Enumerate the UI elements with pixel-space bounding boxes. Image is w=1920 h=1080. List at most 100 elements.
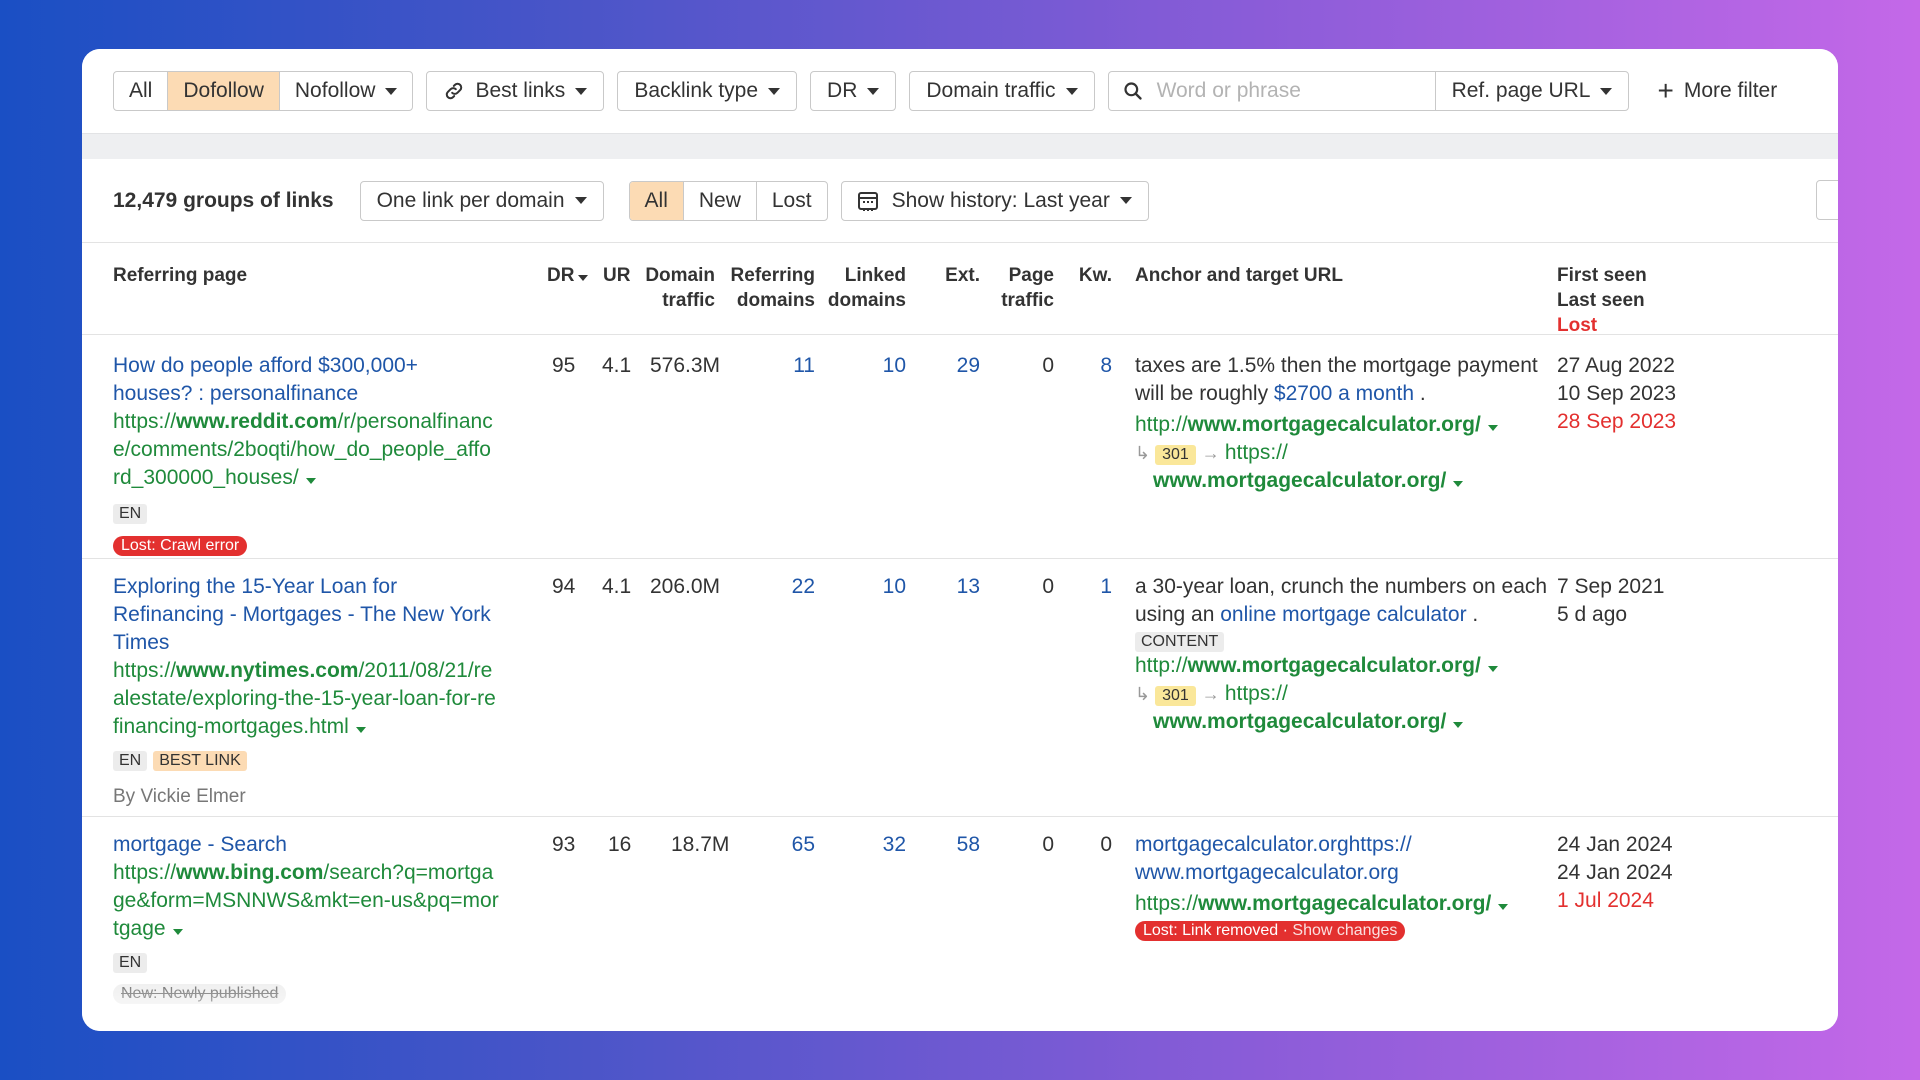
chevron-down-icon: [1065, 87, 1078, 95]
chevron-down-icon[interactable]: [1453, 722, 1464, 728]
col-first-seen: First seen: [1557, 265, 1647, 286]
url-prefix: http://: [1135, 413, 1188, 436]
ref-page-url-dropdown[interactable]: Ref. page URL: [1436, 72, 1629, 110]
backlink-type-label: Backlink type: [634, 79, 759, 102]
domain-traffic-dropdown[interactable]: Domain traffic: [909, 71, 1095, 111]
chevron-down-icon[interactable]: [1498, 904, 1509, 910]
col-kw[interactable]: Kw.: [1062, 263, 1112, 288]
grouping-dropdown[interactable]: One link per domain: [359, 180, 604, 221]
anchor-link[interactable]: $2700 a month: [1274, 382, 1414, 405]
chevron-down-icon[interactable]: [355, 727, 366, 733]
lost-date: 28 Sep 2023: [1557, 410, 1677, 433]
redirect-url-link[interactable]: www.mortgagecalculator.org/: [1135, 708, 1555, 736]
redirect-url-link[interactable]: https://: [1225, 441, 1288, 464]
filter-dofollow[interactable]: Dofollow: [168, 72, 280, 110]
page-url-link[interactable]: https://www.reddit.com/r/personalfinanc …: [113, 408, 533, 492]
col-ur[interactable]: UR: [603, 263, 630, 288]
title-line: houses? : personalfinance: [113, 382, 359, 405]
chevron-down-icon: [867, 87, 880, 95]
redirect-url-link[interactable]: www.mortgagecalculator.org/: [1135, 467, 1545, 495]
anchor-text: taxes are 1.5% then the mortgage payment: [1135, 354, 1538, 377]
page-title-link[interactable]: mortgage - Search: [113, 831, 533, 859]
sort-desc-icon: [578, 275, 589, 281]
settings-button[interactable]: [1816, 180, 1838, 220]
col-anchor[interactable]: Anchor and target URL: [1135, 263, 1343, 288]
anchor-cell: taxes are 1.5% then the mortgage payment…: [1135, 352, 1545, 495]
tab-lost[interactable]: Lost: [757, 182, 827, 220]
ext-links-link[interactable]: 13: [922, 573, 980, 601]
page-title-link[interactable]: How do people afford $300,000+ houses? : …: [113, 352, 533, 408]
col-referring-page[interactable]: Referring page: [113, 263, 247, 288]
page-title-link[interactable]: Exploring the 15-Year Loan for Refinancin…: [113, 573, 533, 657]
tab-all[interactable]: All: [629, 181, 684, 220]
col-last-seen: Last seen: [1557, 290, 1645, 311]
history-dropdown[interactable]: Show history: Last year: [840, 180, 1149, 221]
anchor-link[interactable]: mortgagecalculator.orghttps:// www.mortga…: [1135, 831, 1545, 887]
url-path: alestate/exploring-the-15-year-loan-for-…: [113, 687, 496, 710]
chevron-down-icon: [574, 197, 587, 204]
target-url-link[interactable]: http://www.mortgagecalculator.org/: [1135, 652, 1555, 680]
anchor-text: .: [1414, 382, 1426, 405]
lost-link-badge: Lost: Link removed · Show changes: [1135, 921, 1406, 941]
col-domain-traffic-l1: Domain: [645, 265, 715, 286]
dr-dropdown[interactable]: DR: [810, 71, 897, 111]
ref-domains-link[interactable]: 65: [722, 831, 815, 859]
page-url-link[interactable]: https://www.bing.com/search?q=mortga ge&…: [113, 859, 533, 943]
chevron-down-icon[interactable]: [1453, 481, 1464, 487]
anchor-link[interactable]: online mortgage calculator: [1220, 603, 1466, 626]
first-seen-date: 7 Sep 2021: [1557, 575, 1665, 598]
dr-label: DR: [827, 79, 858, 102]
chevron-down-icon[interactable]: [172, 929, 183, 935]
linked-domains-link[interactable]: 10: [822, 352, 906, 380]
ext-links-link[interactable]: 58: [922, 831, 980, 859]
chevron-down-icon[interactable]: [1487, 666, 1498, 672]
col-dr-label: DR: [547, 265, 575, 286]
keywords-link[interactable]: 8: [1062, 352, 1112, 380]
url-domain: www.bing.com: [176, 861, 324, 884]
anchor-text: a 30-year loan, crunch the numbers on ea…: [1135, 575, 1548, 598]
col-dates[interactable]: First seen Last seen Lost: [1557, 263, 1647, 338]
col-ext[interactable]: Ext.: [922, 263, 980, 288]
arrow-right-icon: →: [1201, 684, 1225, 704]
keywords-value: 0: [1100, 833, 1112, 856]
ur-value: 4.1: [602, 354, 632, 377]
filter-nofollow[interactable]: Nofollow: [280, 72, 413, 110]
ref-domains-link[interactable]: 22: [722, 573, 815, 601]
search-icon: [1123, 82, 1142, 100]
redirect-arrow-icon: ↳: [1135, 684, 1156, 704]
linked-domains-link[interactable]: 32: [822, 831, 906, 859]
ref-domains-link[interactable]: 11: [722, 352, 815, 380]
dates-cell: 24 Jan 2024 24 Jan 2024 1 Jul 2024: [1557, 831, 1673, 915]
linked-domains-link[interactable]: 10: [822, 573, 906, 601]
search-box: Word or phrase Ref. page URL: [1107, 71, 1630, 111]
redirect-url-link[interactable]: https://: [1225, 682, 1288, 705]
arrow-right-icon: →: [1201, 443, 1225, 463]
keywords-link[interactable]: 1: [1062, 573, 1112, 601]
page-traffic-value: 0: [1042, 575, 1054, 598]
col-linked-domains[interactable]: Linked domains: [822, 263, 906, 313]
more-filters-button[interactable]: + More filter: [1657, 77, 1777, 105]
table-row: mortgage - Search https://www.bing.com/s…: [82, 817, 1838, 1031]
filter-all[interactable]: All: [114, 72, 169, 110]
link-type-toggle: All Dofollow Nofollow: [113, 71, 414, 111]
chevron-down-icon[interactable]: [1487, 425, 1498, 431]
referring-page-cell: mortgage - Search https://www.bing.com/s…: [113, 831, 533, 1006]
target-url-link[interactable]: https://www.mortgagecalculator.org/: [1135, 890, 1545, 918]
show-changes-link[interactable]: Show changes: [1292, 922, 1397, 939]
col-domain-traffic[interactable]: Domain traffic: [642, 263, 715, 313]
best-links-dropdown[interactable]: Best links: [426, 71, 605, 111]
title-line: Times: [113, 631, 170, 654]
col-domain-traffic-l2: traffic: [662, 290, 715, 311]
language-badge: EN: [113, 751, 148, 771]
tab-new[interactable]: New: [684, 181, 757, 220]
col-page-traffic[interactable]: Page traffic: [982, 263, 1054, 313]
chevron-down-icon[interactable]: [305, 478, 316, 484]
ext-links-link[interactable]: 29: [922, 352, 980, 380]
search-input[interactable]: Word or phrase: [1109, 72, 1436, 110]
anchor-cell: a 30-year loan, crunch the numbers on ea…: [1135, 573, 1555, 736]
col-dr[interactable]: DR: [547, 263, 589, 288]
col-referring-domains[interactable]: Referring domains: [722, 263, 815, 313]
target-url-link[interactable]: http://www.mortgagecalculator.org/: [1135, 411, 1545, 439]
page-url-link[interactable]: https://www.nytimes.com/2011/08/21/re al…: [113, 657, 533, 741]
backlink-type-dropdown[interactable]: Backlink type: [617, 71, 798, 111]
